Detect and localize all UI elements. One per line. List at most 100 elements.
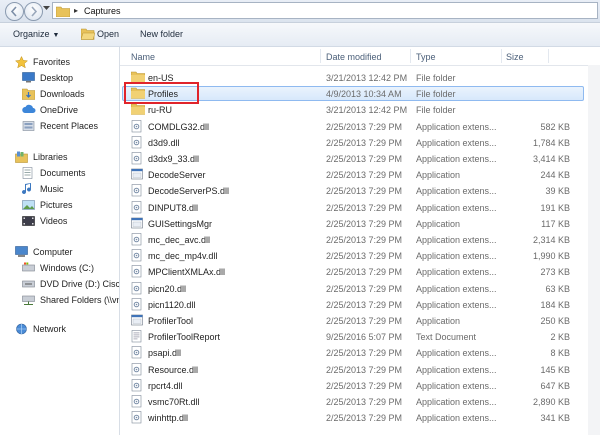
address-box[interactable]: ▸ Captures xyxy=(52,2,598,19)
organize-button[interactable]: Organize ▼ xyxy=(13,29,59,39)
column-divider[interactable] xyxy=(501,49,502,63)
column-header-size[interactable]: Size xyxy=(506,52,524,62)
exe-icon xyxy=(131,217,143,232)
file-name: mc_dec_mp4v.dll xyxy=(148,251,218,262)
forward-button[interactable] xyxy=(24,2,43,21)
column-divider[interactable] xyxy=(548,49,549,63)
dll-icon xyxy=(131,135,143,151)
back-button[interactable] xyxy=(5,2,24,21)
pictures-icon xyxy=(22,200,35,210)
file-row[interactable]: vsmc70Rt.dll 2/25/2013 7:29 PM Application… xyxy=(122,394,584,410)
column-divider[interactable] xyxy=(320,49,321,63)
file-date-modified: 2/25/2013 7:29 PM xyxy=(326,413,403,424)
dll-icon xyxy=(131,249,143,264)
file-row[interactable]: GUISettingsMgr 2/25/2013 7:29 PM Applicati… xyxy=(122,216,584,232)
column-header-date[interactable]: Date modified xyxy=(326,52,382,62)
documents-icon xyxy=(22,167,33,179)
file-type: Application xyxy=(416,170,461,181)
file-type: Application extens... xyxy=(416,202,497,213)
file-size: 117 KB xyxy=(541,218,570,229)
column-divider[interactable] xyxy=(410,49,411,63)
music-note-icon xyxy=(22,183,32,195)
dll-icon xyxy=(131,411,143,426)
file-date-modified: 2/25/2013 7:29 PM xyxy=(326,397,403,407)
file-name: picn1120.dll xyxy=(148,299,196,310)
downloads-folder-icon xyxy=(22,88,35,100)
file-name: DecodeServerPS.dll xyxy=(148,186,230,197)
vertical-scrollbar[interactable] xyxy=(588,65,600,435)
file-row[interactable]: ProfilerTool 2/25/2013 7:29 PM Application… xyxy=(122,313,584,329)
breadcrumb-separator-icon[interactable]: ▸ xyxy=(74,6,78,15)
nav-item-documents-label: Documents xyxy=(40,168,86,178)
file-name: GUISettingsMgr xyxy=(148,218,213,229)
file-row[interactable]: DINPUT8.dll 2/25/2013 7:29 PM Application … xyxy=(122,200,584,216)
file-row[interactable]: d3dx9_33.dll 2/25/2013 7:29 PM Application… xyxy=(122,151,584,167)
file-date-modified: 9/25/2016 5:07 PM xyxy=(326,332,403,343)
breadcrumb-captures[interactable]: Captures xyxy=(84,6,121,16)
file-date-modified: 2/25/2013 7:29 PM xyxy=(326,267,403,278)
nav-computer-label: Computer xyxy=(33,247,73,257)
file-date-modified: 2/25/2013 7:29 PM xyxy=(326,186,403,197)
file-name: ru-RU xyxy=(148,105,172,116)
file-size: 184 KB xyxy=(540,299,570,310)
nav-libraries-label: Libraries xyxy=(33,152,68,162)
file-row[interactable]: mc_dec_avc.dll 2/25/2013 7:29 PM Applicati… xyxy=(122,232,584,248)
file-type: File folder xyxy=(416,89,456,100)
file-row[interactable]: DecodeServer 2/25/2013 7:29 PM Application… xyxy=(122,167,584,183)
nav-item-dvd-drive-label: DVD Drive (D:) Cisco xyxy=(40,279,120,289)
computer-icon xyxy=(15,246,28,257)
file-type: Application extens... xyxy=(416,397,497,407)
organize-label: Organize xyxy=(13,29,50,39)
open-button[interactable]: Open xyxy=(97,29,119,39)
file-name: d3dx9_33.dll xyxy=(148,154,200,164)
file-name: picn20.dll xyxy=(148,283,187,294)
file-name: COMDLG32.dll xyxy=(148,121,210,132)
file-type: Application extens... xyxy=(416,380,497,391)
file-size: 273 KB xyxy=(540,267,570,278)
address-bar-area: ▸ Captures xyxy=(0,0,600,23)
file-type: Application extens... xyxy=(416,137,497,148)
dll-icon xyxy=(131,378,143,394)
file-row[interactable]: winhttp.dll 2/25/2013 7:29 PM Application … xyxy=(122,410,584,426)
file-row[interactable]: picn1120.dll 2/25/2013 7:29 PM Application… xyxy=(122,297,584,313)
new-folder-button[interactable]: New folder xyxy=(140,29,183,39)
file-type: Text Document xyxy=(416,332,477,343)
dll-icon xyxy=(131,297,143,313)
file-row[interactable]: DecodeServerPS.dll 2/25/2013 7:29 PM Appli… xyxy=(122,183,584,199)
file-date-modified: 2/25/2013 7:29 PM xyxy=(326,137,403,148)
file-type: File folder xyxy=(416,73,456,83)
hard-drive-icon xyxy=(22,262,35,272)
file-row[interactable]: psapi.dll 2/25/2013 7:29 PM Application ex… xyxy=(122,345,584,361)
file-size: 145 KB xyxy=(540,364,570,375)
file-date-modified: 2/25/2013 7:29 PM xyxy=(326,299,403,310)
file-date-modified: 2/25/2013 7:29 PM xyxy=(326,235,403,245)
file-row[interactable]: MPClientXMLAx.dll 2/25/2013 7:29 PM Applic… xyxy=(122,264,584,280)
file-row[interactable]: rpcrt4.dll 2/25/2013 7:29 PM Application e… xyxy=(122,378,584,394)
file-name: ProfilerToolReport xyxy=(148,332,221,343)
dll-icon xyxy=(131,395,143,410)
file-date-modified: 2/25/2013 7:29 PM xyxy=(326,348,403,359)
file-date-modified: 2/25/2013 7:29 PM xyxy=(326,316,403,326)
file-row[interactable]: picn20.dll 2/25/2013 7:29 PM Application e… xyxy=(122,281,584,297)
file-row[interactable]: ru-RU 3/21/2013 12:42 PM File folder xyxy=(122,102,584,118)
command-bar: Organize ▼ Open New folder xyxy=(0,23,600,47)
dll-icon xyxy=(131,265,143,280)
file-size: 8 KB xyxy=(550,348,570,359)
file-size: 63 KB xyxy=(545,283,570,294)
file-date-modified: 2/25/2013 7:29 PM xyxy=(326,170,403,181)
file-size: 341 KB xyxy=(540,413,570,424)
file-row[interactable]: d3d9.dll 2/25/2013 7:29 PM Application ext… xyxy=(122,135,584,151)
file-name: DINPUT8.dll xyxy=(148,202,199,213)
dll-icon xyxy=(131,200,143,216)
videos-icon xyxy=(22,216,35,226)
file-type: Application xyxy=(416,316,461,326)
folder-icon xyxy=(56,6,70,17)
file-row[interactable]: COMDLG32.dll 2/25/2013 7:29 PM Application… xyxy=(122,119,584,135)
file-type: Application extens... xyxy=(416,154,497,164)
recent-pages-dropdown-icon[interactable] xyxy=(43,6,50,11)
column-header-name[interactable]: Name xyxy=(131,52,155,62)
file-row[interactable]: mc_dec_mp4v.dll 2/25/2013 7:29 PM Applicat… xyxy=(122,248,584,264)
column-header-type[interactable]: Type xyxy=(416,52,436,62)
file-row[interactable]: ProfilerToolReport 9/25/2016 5:07 PM Text … xyxy=(122,329,584,345)
file-row[interactable]: Resource.dll 2/25/2013 7:29 PM Application… xyxy=(122,362,584,378)
